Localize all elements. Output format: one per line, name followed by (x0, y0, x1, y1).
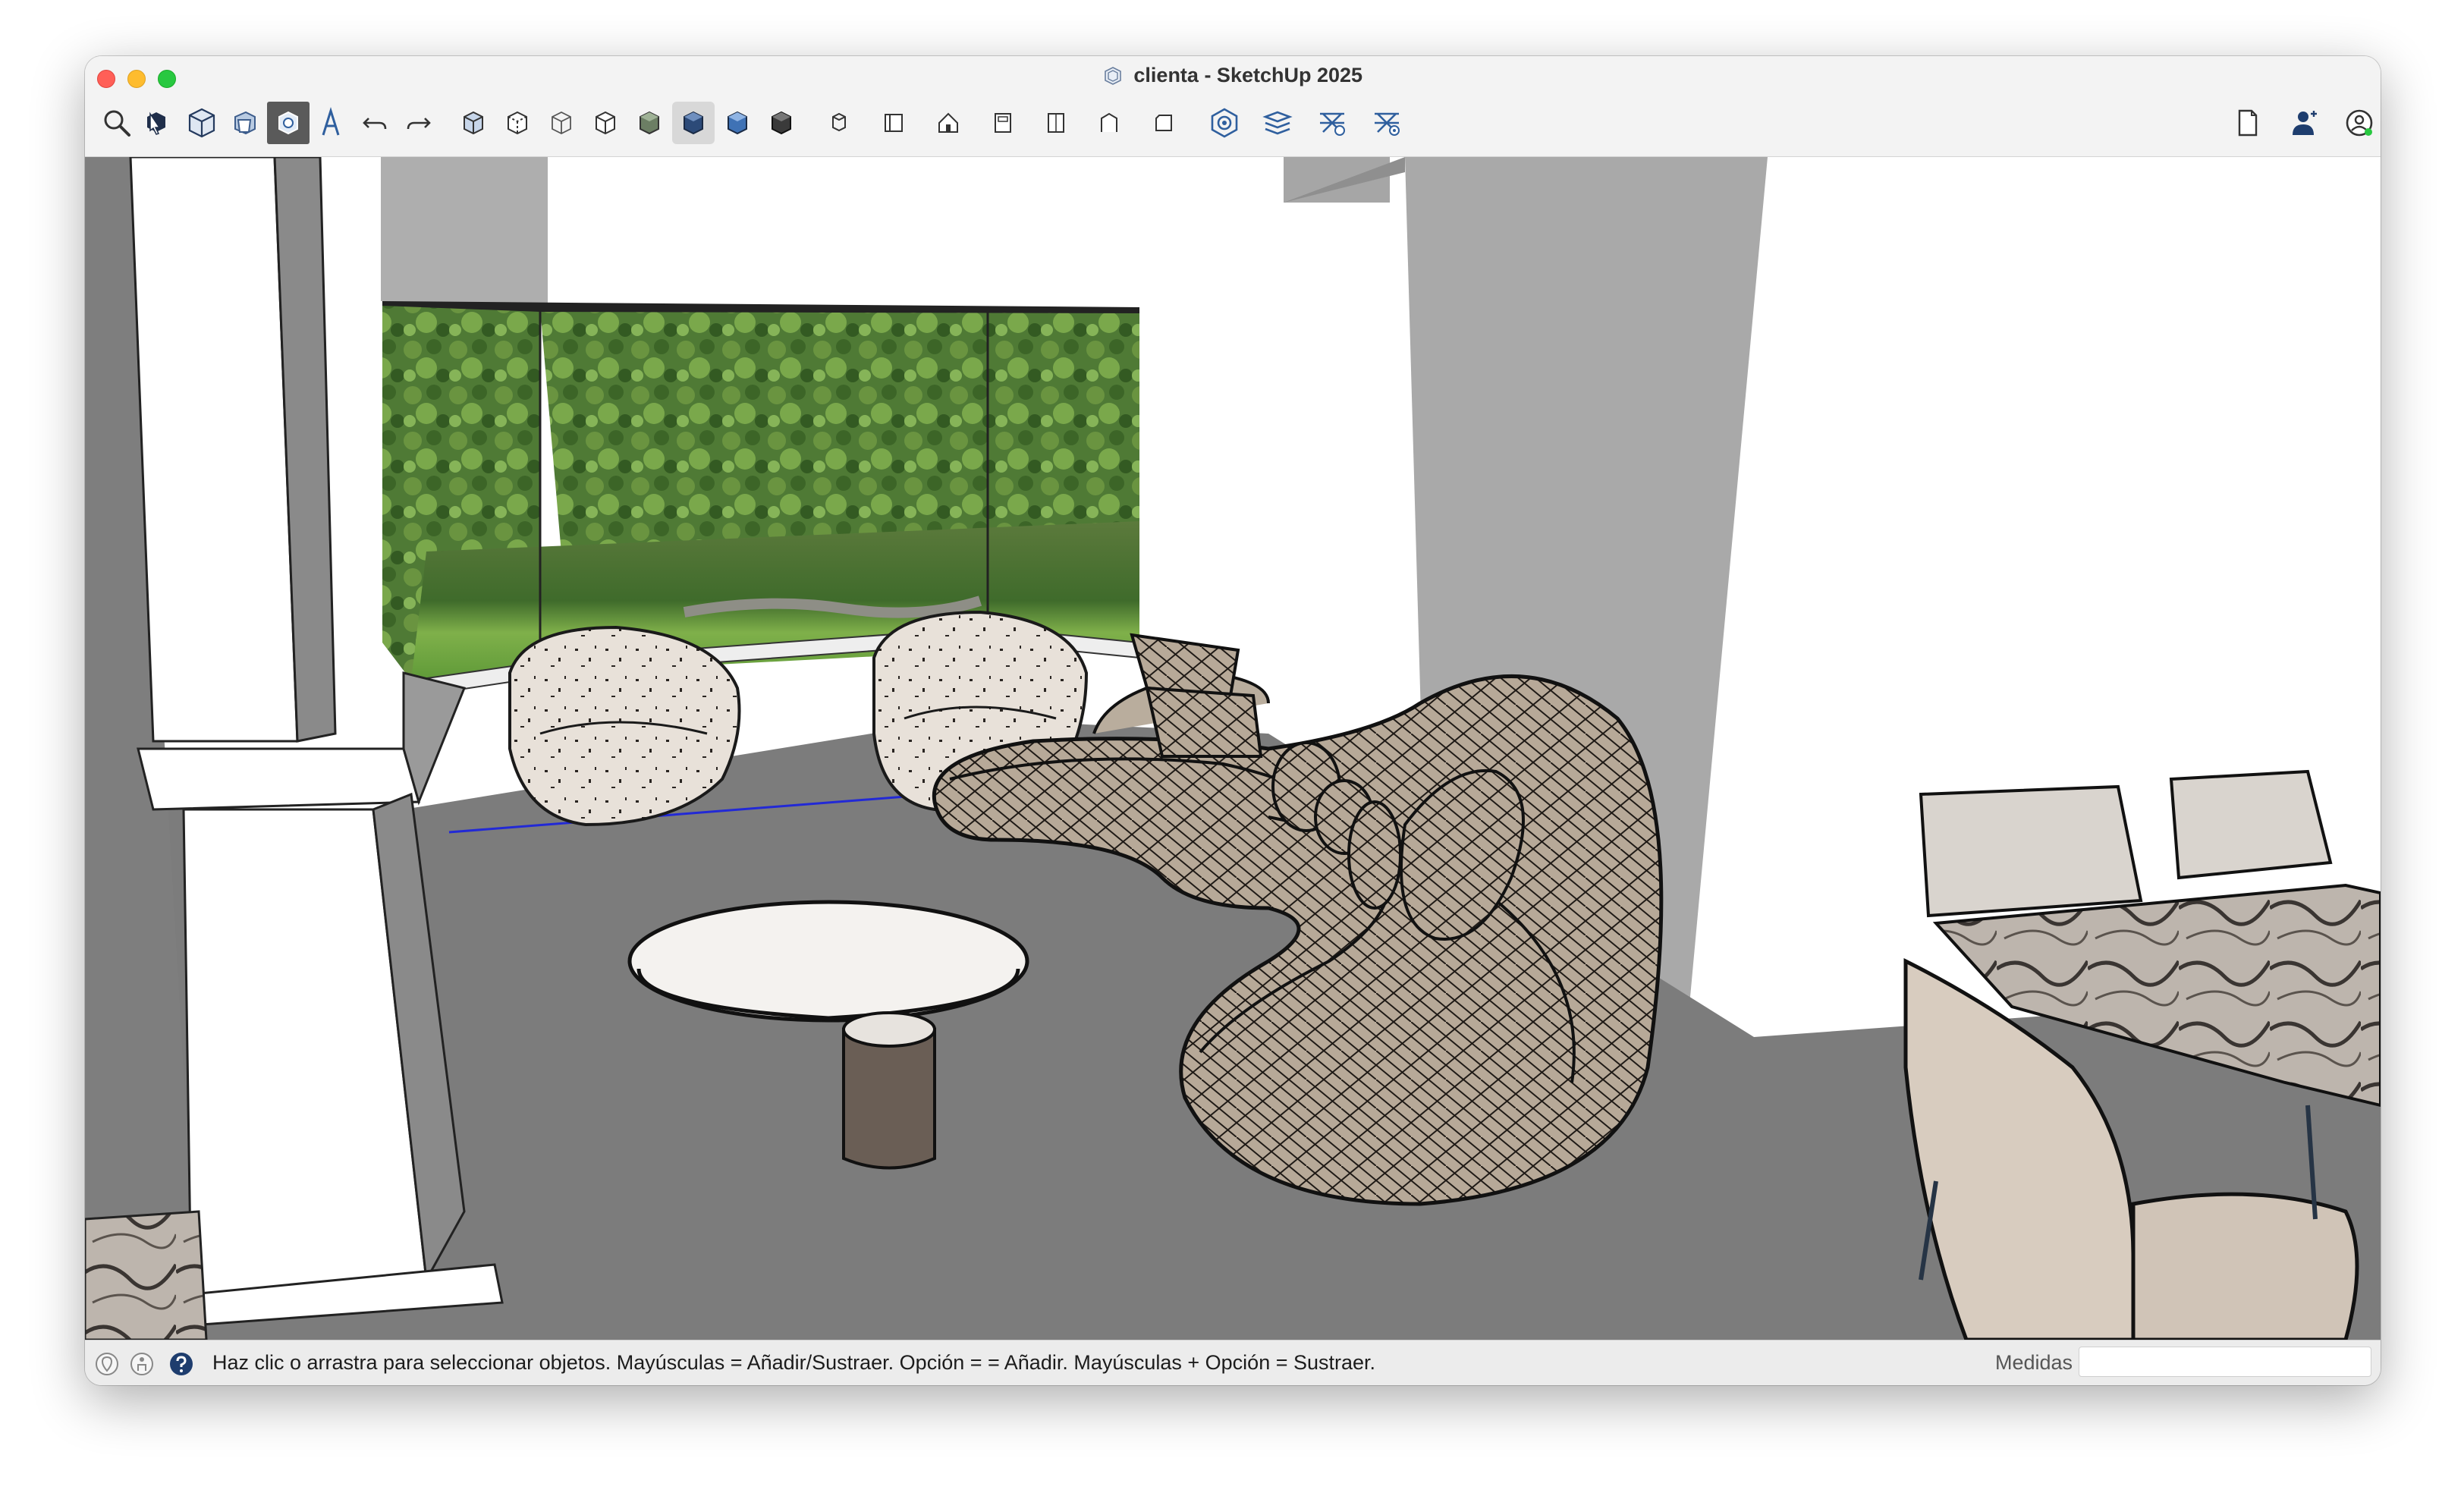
iso-view-icon[interactable] (818, 102, 860, 144)
3d-warehouse-icon[interactable] (1203, 102, 1246, 144)
profile-icon[interactable] (2338, 102, 2381, 144)
extension-warehouse-icon[interactable] (1256, 102, 1299, 144)
paint-bucket-icon[interactable] (225, 102, 267, 144)
make-component-icon[interactable] (181, 102, 223, 144)
title-bar: clienta - SketchUp 2025 (85, 56, 2381, 157)
geolocation-icon[interactable] (94, 1351, 120, 1377)
eraser-tool-icon[interactable] (267, 102, 310, 144)
scene-drawing (85, 157, 2381, 1340)
xray-style-icon[interactable] (452, 102, 495, 144)
sketchup-logo-icon (1105, 66, 1121, 85)
text-tool-icon[interactable] (310, 102, 352, 144)
model-info-icon[interactable] (2226, 102, 2268, 144)
send-to-layout-icon[interactable] (1311, 102, 1353, 144)
help-icon[interactable] (168, 1351, 194, 1377)
search-icon[interactable] (96, 102, 138, 144)
right-view-icon[interactable] (982, 102, 1024, 144)
status-message: Haz clic o arrastra para seleccionar obj… (212, 1351, 1376, 1374)
credits-icon[interactable] (129, 1351, 155, 1377)
user-account-icon[interactable] (2283, 102, 2326, 144)
top-view-icon[interactable] (872, 102, 915, 144)
window-title-group: clienta - SketchUp 2025 (85, 64, 2381, 87)
hidden-line-style-icon[interactable] (584, 102, 627, 144)
dark-shaded-style-icon[interactable] (760, 102, 803, 144)
undo-icon[interactable] (354, 102, 396, 144)
status-bar: Haz clic o arrastra para seleccionar obj… (85, 1340, 2381, 1385)
app-window: clienta - SketchUp 2025 Haz clic o arras… (85, 56, 2381, 1385)
measurements-input[interactable] (2079, 1347, 2371, 1377)
window-title: clienta - SketchUp 2025 (1133, 64, 1363, 86)
monochrome-style-icon[interactable] (716, 102, 759, 144)
shaded-textures-style-icon[interactable] (672, 102, 715, 144)
armchair-left (508, 625, 741, 827)
front-view-icon[interactable] (927, 102, 970, 144)
model-viewport[interactable] (85, 157, 2381, 1340)
wireframe-style-icon[interactable] (540, 102, 583, 144)
select-tool-icon[interactable] (135, 102, 178, 144)
bottom-view-icon[interactable] (1142, 102, 1185, 144)
measurements-label: Medidas (1995, 1351, 2073, 1374)
back-view-icon[interactable] (1035, 102, 1077, 144)
redo-icon[interactable] (398, 102, 440, 144)
shaded-style-icon[interactable] (628, 102, 671, 144)
left-view-icon[interactable] (1088, 102, 1130, 144)
back-edges-style-icon[interactable] (496, 102, 539, 144)
main-toolbar (96, 102, 2373, 150)
extension-manager-icon[interactable] (1366, 102, 1408, 144)
